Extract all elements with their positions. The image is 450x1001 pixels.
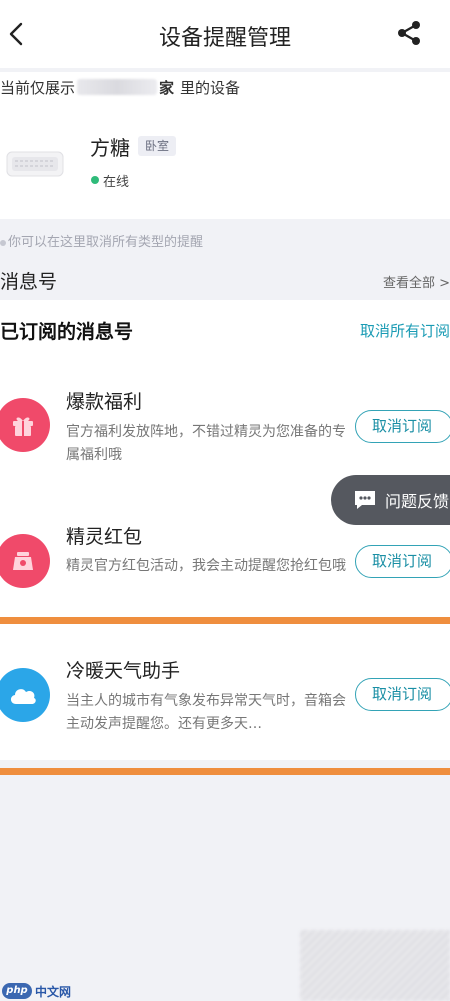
item-title: 爆款福利 bbox=[66, 391, 143, 413]
unsubscribe-all-link[interactable]: 取消所有订阅 bbox=[360, 320, 450, 341]
view-all-link[interactable]: 查看全部 > bbox=[383, 272, 450, 291]
home-name-blurred bbox=[77, 79, 158, 95]
nav-bar: 设备提醒管理 bbox=[0, 0, 450, 68]
item-description: 当主人的城市有气象发布异常天气时，音箱会主动发声提醒您。还有更多天… bbox=[66, 693, 346, 732]
watermark-text: 中文网 bbox=[35, 984, 72, 999]
device-card[interactable] bbox=[0, 102, 450, 219]
subscribed-title: 已订阅的消息号 bbox=[0, 321, 134, 343]
hint-bullet-icon bbox=[0, 239, 6, 246]
device-image bbox=[6, 151, 64, 177]
unsubscribe-button[interactable]: 取消订阅 bbox=[355, 678, 450, 711]
feedback-label: 问题反馈 bbox=[385, 492, 450, 511]
display-scope-line: 当前仅展示 家 里的设备 bbox=[0, 72, 450, 102]
site-watermark: php 中文网 bbox=[2, 982, 71, 1000]
watermark-badge: php bbox=[2, 983, 32, 999]
chat-bubble-icon bbox=[355, 491, 375, 509]
room-badge: 卧室 bbox=[138, 136, 177, 156]
display-scope-suffix: 里的设备 bbox=[180, 78, 241, 97]
blurred-watermark bbox=[300, 930, 450, 1001]
share-icon[interactable] bbox=[396, 20, 422, 46]
device-status: 在线 bbox=[103, 175, 130, 190]
item-title: 精灵红包 bbox=[66, 526, 143, 548]
online-status-dot bbox=[91, 176, 99, 184]
display-scope-prefix: 当前仅展示 bbox=[0, 78, 76, 97]
device-name: 方糖 bbox=[90, 136, 130, 160]
home-name: 家 bbox=[159, 78, 175, 97]
page-title: 设备提醒管理 bbox=[158, 26, 291, 51]
item-description: 精灵官方红包活动，我会主动提醒您抢红包哦 bbox=[66, 558, 346, 574]
item-description: 官方福利发放阵地，不错过精灵为您准备的专属福利哦 bbox=[66, 424, 346, 463]
unsubscribe-button[interactable]: 取消订阅 bbox=[355, 410, 450, 443]
feedback-button[interactable]: 问题反馈 bbox=[331, 475, 450, 525]
unsubscribe-button[interactable]: 取消订阅 bbox=[355, 545, 450, 578]
highlight-bar bbox=[0, 768, 450, 775]
section-title: 消息号 bbox=[0, 271, 58, 293]
hint-text: 你可以在这里取消所有类型的提醒 bbox=[0, 231, 203, 250]
highlight-bar bbox=[0, 617, 450, 624]
item-title: 冷暖天气助手 bbox=[66, 660, 181, 682]
